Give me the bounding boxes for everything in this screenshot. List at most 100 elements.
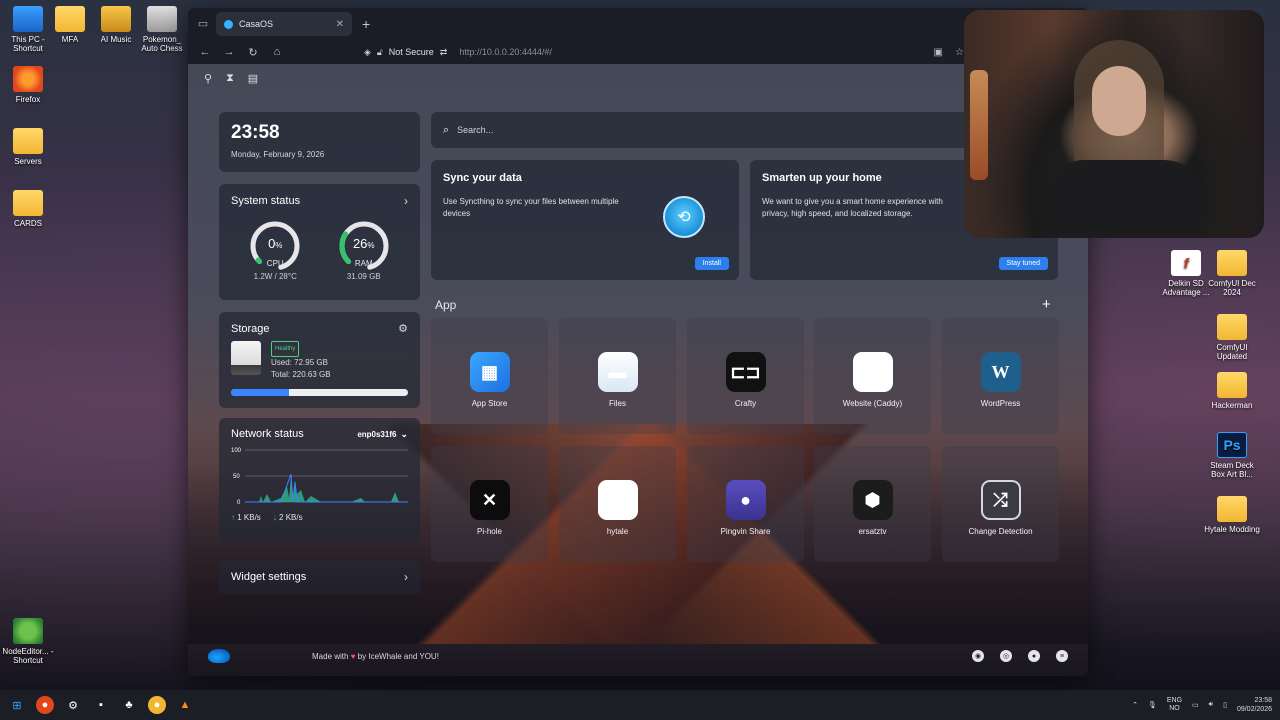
vlc-taskbar-icon[interactable]: ▲ [176, 696, 194, 714]
settings-taskbar-icon[interactable]: ⚙ [64, 696, 82, 714]
cpu-power-temp: 1.2W / 28°C [253, 272, 297, 281]
desktop-icon-pokemon[interactable]: Pokemon_ Auto Chess [134, 6, 190, 53]
upload-arrow-icon: ↑ [231, 513, 235, 522]
app-icon: ⊏⊐ [725, 352, 766, 392]
chrome-taskbar-icon[interactable]: ● [148, 696, 166, 714]
app-tile[interactable]: ✕ Pi-hole [431, 446, 548, 562]
add-app-icon[interactable]: + [1042, 296, 1051, 313]
network-icon[interactable]: ▭ [1192, 701, 1199, 709]
shield-icon[interactable]: ◈ [364, 47, 371, 58]
tick-50: 50 [233, 474, 240, 480]
cpu-label: CPU [266, 259, 284, 268]
tab-casaos[interactable]: CasaOS ✕ [216, 12, 352, 36]
chevron-up-icon[interactable]: ⌃ [1132, 701, 1138, 709]
app-tile[interactable]: W WordPress [942, 318, 1059, 434]
security-label[interactable]: Not Secure [389, 47, 434, 57]
tray-date: 09/02/2026 [1236, 706, 1272, 713]
windows-start-icon[interactable]: ⊞ [8, 696, 26, 714]
system-clock[interactable]: 23:58 09/02/2026 [1237, 696, 1272, 714]
desktop-icon-hytale-modding[interactable]: Hytale Modding [1204, 496, 1260, 534]
volume-icon[interactable]: 🔊︎ [1209, 701, 1213, 709]
widget-settings-button[interactable]: Widget settings › [219, 560, 420, 594]
firefox-taskbar-icon[interactable]: ● [36, 696, 54, 714]
address-bar[interactable]: ◈ 🔓︎ Not Secure ⇄ http://10.0.0.20:4444/… [364, 47, 552, 58]
tab-list-icon[interactable]: ▭ [196, 17, 210, 31]
account-icon[interactable]: ⚲ [204, 72, 212, 85]
desktop-icon-comfyui-updated[interactable]: ComfyUI Updated [1204, 314, 1260, 361]
mic-icon[interactable]: 🎙︎ [1148, 701, 1157, 709]
interface-select[interactable]: enp0s31f6 ⌄ [357, 429, 408, 440]
webcam-person-shirt [1044, 160, 1204, 238]
desktop-icon-servers[interactable]: Servers [0, 128, 56, 166]
folder-icon [1217, 496, 1247, 522]
top-toolbar: ⚲ ⧗ ▤ [204, 72, 258, 85]
gear-icon[interactable]: ⚙ [398, 322, 408, 335]
clock-date: Monday, February 9, 2026 [231, 150, 325, 159]
reader-view-icon[interactable]: ▣ [934, 47, 943, 58]
terminal-icon[interactable]: ▤ [248, 72, 258, 85]
search-placeholder[interactable]: Search... [457, 125, 493, 135]
sync-data-card: Sync your data Use Syncthing to sync you… [431, 160, 739, 280]
tick-100: 100 [231, 448, 242, 454]
ram-unit: % [367, 241, 375, 250]
install-button[interactable]: Install [694, 257, 729, 270]
lock-warning-icon[interactable]: 🔓︎ [377, 47, 383, 58]
cpu-gauge: 0% CPU 1.2W / 28°C [245, 218, 305, 281]
desktop-icon-comfyui-dec[interactable]: ComfyUI Dec 2024 [1204, 250, 1260, 297]
home-icon[interactable]: ⌂ [270, 46, 284, 58]
app-tile[interactable]: ⬢ ersatztv [814, 446, 931, 562]
desktop-icon-firefox[interactable]: Firefox [0, 66, 56, 104]
app-tile[interactable]: ⬢ Website (Caddy) [814, 318, 931, 434]
ram-value: 26 [352, 236, 368, 251]
chevron-down-icon: ⌄ [400, 428, 408, 439]
discord-icon[interactable]: ◉ [972, 650, 984, 662]
app-icon: ▦ [469, 352, 510, 392]
language-indicator[interactable]: ENG NO [1167, 697, 1182, 713]
permissions-icon[interactable]: ⇄ [440, 47, 448, 58]
casaos-logo-icon [208, 649, 230, 663]
app-tile[interactable]: ● Pingvin Share [687, 446, 804, 562]
desktop-icon-node-editor[interactable]: NodeEditor... - Shortcut [0, 618, 56, 665]
app-name: WordPress [980, 399, 1021, 408]
app-tile[interactable]: ⬢ hytale [559, 446, 676, 562]
chevron-right-icon[interactable]: › [404, 194, 408, 208]
made-with-text: Made with ♥ by IceWhale and YOU! [312, 652, 439, 661]
app-taskbar-icon[interactable]: ♣ [120, 696, 138, 714]
forward-icon[interactable]: → [222, 46, 236, 58]
desktop-icon-label: Steam Deck Box Art Bl... [1210, 461, 1254, 479]
new-tab-button[interactable]: + [358, 16, 370, 32]
lang-top: ENG [1166, 697, 1183, 704]
app-tile[interactable]: ⤮ Change Detection [942, 446, 1059, 562]
system-status-title: System status [231, 195, 301, 207]
community-icon[interactable]: ◎ [1000, 650, 1012, 662]
desktop-icon-cards[interactable]: CARDS [0, 190, 56, 228]
app-tile[interactable]: ⊏⊐ Crafty [687, 318, 804, 434]
app-icon: ▬ [597, 352, 638, 392]
terminal-taskbar-icon[interactable]: ▪ [92, 696, 110, 714]
chat-icon[interactable]: ≡ [1056, 650, 1068, 662]
node-icon [13, 618, 43, 644]
github-icon[interactable]: ● [1028, 650, 1040, 662]
back-icon[interactable]: ← [198, 46, 212, 58]
tray-time: 23:58 [1254, 697, 1272, 704]
url-text[interactable]: http://10.0.0.20:4444/#/ [459, 47, 552, 57]
folder-icon [13, 190, 43, 216]
reload-icon[interactable]: ↻ [246, 46, 260, 59]
bookmark-star-icon[interactable]: ☆ [955, 47, 964, 58]
settings-sliders-icon[interactable]: ⧗ [226, 72, 234, 85]
app-icon: f [1171, 250, 1201, 276]
battery-icon[interactable]: ▯ [1223, 701, 1227, 709]
desktop-icon-steam-deck[interactable]: Ps Steam Deck Box Art Bl... [1204, 432, 1260, 479]
app-icon: ⤮ [980, 480, 1021, 520]
stay-tuned-button[interactable]: Stay tuned [998, 257, 1048, 270]
promo-title: Sync your data [443, 172, 522, 184]
desktop-icon-hackerman[interactable]: Hackerman [1204, 372, 1260, 410]
app-icon: ⬢ [852, 352, 893, 392]
app-tile[interactable]: ▦ App Store [431, 318, 548, 434]
app-tile[interactable]: ▬ Files [559, 318, 676, 434]
desktop-icon-label: NodeEditor... - Shortcut [2, 647, 54, 665]
close-tab-icon[interactable]: ✕ [336, 19, 344, 30]
folder-icon [101, 6, 131, 32]
tick-0: 0 [237, 500, 241, 504]
network-status-widget: Network status enp0s31f6 ⌄ 100 50 0 ↑ 1 K… [219, 418, 420, 542]
